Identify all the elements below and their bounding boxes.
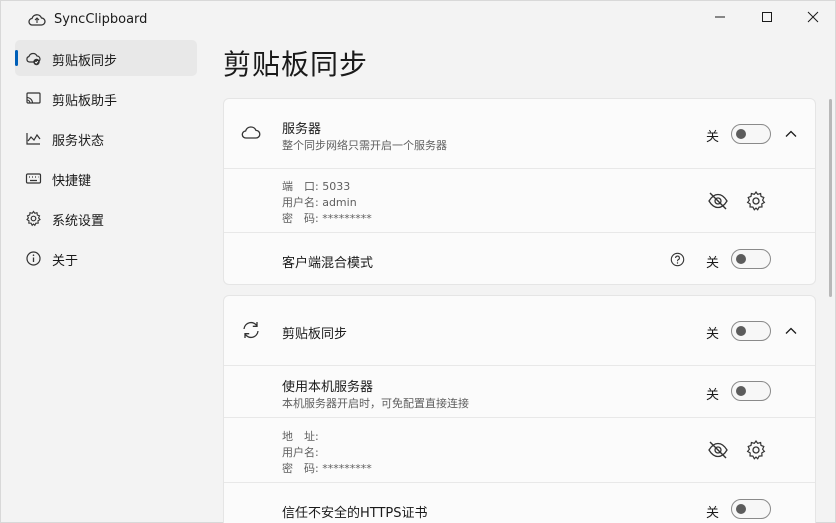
sync-server-details-row: 地 址: 用户名: 密 码: ********* [224, 417, 815, 482]
toggle-state-label: 关 [706, 388, 720, 403]
server-subtitle: 整个同步网络只需开启一个服务器 [282, 139, 447, 152]
info-icon [26, 251, 41, 266]
toggle-knob [736, 504, 746, 514]
server-header-row[interactable]: 服务器 整个同步网络只需开启一个服务器 关 [224, 99, 815, 168]
sync-toggle[interactable] [731, 321, 771, 341]
maximize-button[interactable] [744, 1, 790, 33]
server-username: 用户名: admin [282, 196, 357, 209]
close-button[interactable] [790, 1, 836, 33]
local-server-toggle[interactable] [731, 381, 771, 401]
sidebar-item-clipboard-sync[interactable]: 剪贴板同步 [15, 40, 197, 76]
sidebar-item-label: 关于 [52, 254, 79, 269]
toggle-state-label: 关 [706, 130, 720, 145]
cloud-sync-icon [28, 14, 46, 26]
gear-icon[interactable] [745, 190, 767, 212]
help-icon[interactable] [670, 252, 685, 267]
chevron-up-icon[interactable] [784, 324, 798, 338]
title-bar: SyncClipboard [1, 1, 836, 39]
sync-username: 用户名: [282, 446, 319, 459]
https-trust-toggle[interactable] [731, 499, 771, 519]
sidebar-item-service-status[interactable]: 服务状态 [15, 120, 197, 156]
toggle-knob [736, 129, 746, 139]
toggle-state-label: 关 [706, 256, 720, 271]
server-title: 服务器 [282, 122, 322, 137]
server-toggle[interactable] [731, 124, 771, 144]
eye-off-icon[interactable] [707, 439, 729, 461]
toggle-state-label: 关 [706, 506, 720, 521]
sync-address: 地 址: [282, 430, 319, 443]
server-password: 密 码: ********* [282, 212, 372, 225]
server-card: 服务器 整个同步网络只需开启一个服务器 关 端 口: 5033 用户名: adm… [223, 98, 816, 285]
sidebar-item-label: 剪贴板同步 [52, 54, 118, 69]
vertical-scrollbar[interactable] [829, 99, 832, 297]
server-details-row: 端 口: 5033 用户名: admin 密 码: ********* [224, 168, 815, 232]
chart-icon [26, 133, 41, 145]
cloud-icon [241, 126, 261, 139]
sidebar-item-shortcuts[interactable]: 快捷键 [15, 160, 197, 196]
cast-icon [26, 92, 41, 104]
gear-icon [26, 210, 41, 227]
toggle-knob [736, 386, 746, 396]
https-trust-title: 信任不安全的HTTPS证书 [282, 506, 428, 521]
sidebar-item-label: 剪贴板助手 [52, 94, 118, 109]
toggle-knob [736, 254, 746, 264]
sync-icon [243, 321, 259, 339]
sync-card: 剪贴板同步 关 使用本机服务器 本机服务器开启时，可免配置直接连接 关 地 址:… [223, 295, 816, 523]
local-server-title: 使用本机服务器 [282, 380, 374, 395]
https-trust-row: 信任不安全的HTTPS证书 关 [224, 482, 815, 523]
maximize-icon [762, 12, 772, 22]
chevron-up-icon[interactable] [784, 127, 798, 141]
sidebar-item-about[interactable]: 关于 [15, 240, 197, 276]
mixed-mode-toggle[interactable] [731, 249, 771, 269]
sync-title: 剪贴板同步 [282, 327, 348, 342]
mixed-mode-row: 客户端混合模式 关 [224, 232, 815, 284]
sidebar-item-clipboard-assistant[interactable]: 剪贴板助手 [15, 80, 197, 116]
toggle-state-label: 关 [706, 327, 720, 342]
window-title: SyncClipboard [54, 12, 148, 27]
app-window: SyncClipboard 剪贴板同步 剪贴板助手 服务状态 快捷键 系统设置 … [0, 0, 836, 523]
mixed-mode-title: 客户端混合模式 [282, 256, 374, 271]
sync-password: 密 码: ********* [282, 462, 372, 475]
cloud-sync-icon [26, 52, 41, 66]
minimize-button[interactable] [697, 1, 743, 33]
sidebar-item-label: 快捷键 [52, 174, 92, 189]
active-indicator [15, 50, 18, 66]
local-server-subtitle: 本机服务器开启时，可免配置直接连接 [282, 397, 469, 410]
page-title: 剪贴板同步 [223, 48, 369, 81]
close-icon [807, 11, 819, 23]
sidebar-item-label: 系统设置 [52, 214, 105, 229]
keyboard-icon [25, 173, 42, 184]
sidebar-item-settings[interactable]: 系统设置 [15, 200, 197, 236]
eye-off-icon[interactable] [707, 190, 729, 212]
sidebar-item-label: 服务状态 [52, 134, 105, 149]
local-server-row: 使用本机服务器 本机服务器开启时，可免配置直接连接 关 [224, 365, 815, 417]
gear-icon[interactable] [745, 439, 767, 461]
toggle-knob [736, 326, 746, 336]
server-port: 端 口: 5033 [282, 180, 351, 193]
sync-header-row[interactable]: 剪贴板同步 关 [224, 296, 815, 365]
minimize-icon [715, 16, 725, 18]
